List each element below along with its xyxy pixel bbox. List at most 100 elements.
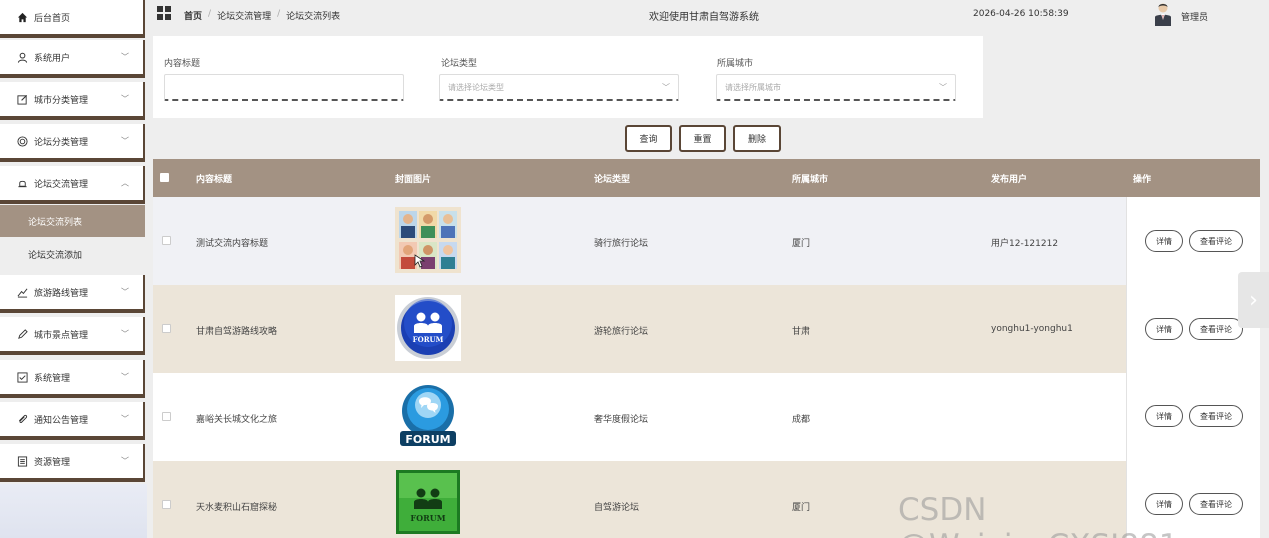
row-title: 天水麦积山石窟探秘 bbox=[196, 503, 278, 513]
city-field-label: 所属城市 bbox=[717, 59, 754, 69]
row-city: 甘肃 bbox=[792, 327, 811, 337]
top-bar: 首页 / 论坛交流管理 / 论坛交流列表 欢迎使用甘肃自驾游系统 2026-04… bbox=[147, 0, 1269, 30]
sidebar-item-label: 后台首页 bbox=[34, 13, 71, 24]
home-icon bbox=[16, 11, 28, 23]
city-select[interactable]: 请选择所属城市 ﹀ bbox=[716, 74, 956, 101]
user-icon bbox=[16, 51, 28, 63]
column-header: 封面图片 bbox=[395, 175, 432, 185]
city-select-placeholder: 请选择所属城市 bbox=[725, 83, 781, 92]
row-forum-type: 自驾游论坛 bbox=[594, 503, 640, 513]
chevron-down-icon: ﹀ bbox=[121, 287, 129, 297]
row-title: 测试交流内容标题 bbox=[196, 239, 269, 249]
sidebar-item-forum-exchange[interactable]: 论坛交流管理 ︿ bbox=[0, 166, 145, 204]
sidebar-subitem-forum-list[interactable]: 论坛交流列表 bbox=[0, 205, 145, 237]
chevron-down-icon: ﹀ bbox=[121, 456, 129, 466]
column-header: 论坛类型 bbox=[594, 175, 631, 185]
row-user: 用户12-121212 bbox=[991, 239, 1059, 249]
sidebar-subitem-forum-add[interactable]: 论坛交流添加 bbox=[0, 238, 145, 270]
table-row[interactable]: 嘉峪关长城文化之旅 FORUM 奢华度假论坛 成都 bbox=[153, 373, 1260, 461]
type-field-label: 论坛类型 bbox=[441, 59, 478, 69]
row-forum-type: 骑行旅行论坛 bbox=[594, 239, 649, 249]
sidebar-item-label: 论坛分类管理 bbox=[34, 137, 89, 148]
sidebar-item-label: 旅游路线管理 bbox=[34, 288, 89, 299]
row-checkbox[interactable] bbox=[162, 236, 171, 245]
title-input[interactable] bbox=[164, 74, 404, 101]
table-row[interactable]: 测试交流内容标题 骑行旅行论坛 厦门 用户12-121212 bbox=[153, 197, 1260, 285]
chevron-down-icon: ﹀ bbox=[121, 372, 129, 382]
sidebar: 后台首页 系统用户 ﹀ 城市分类管理 ﹀ 论坛分类管理 ﹀ 论坛交流管理 ︿ 论… bbox=[0, 0, 147, 538]
target-icon bbox=[16, 135, 28, 147]
document-icon bbox=[16, 455, 28, 467]
view-comments-button[interactable]: 查看评论 bbox=[1189, 405, 1243, 427]
row-checkbox[interactable] bbox=[162, 500, 171, 509]
sidebar-item-home[interactable]: 后台首页 bbox=[0, 0, 145, 38]
sidebar-item-label: 城市分类管理 bbox=[34, 95, 89, 106]
row-checkbox[interactable] bbox=[162, 412, 171, 421]
delete-button[interactable]: 删除 bbox=[733, 125, 781, 152]
chevron-down-icon: ﹀ bbox=[121, 94, 129, 104]
reset-button[interactable]: 重置 bbox=[679, 125, 726, 152]
breadcrumb-home[interactable]: 首页 bbox=[184, 9, 202, 22]
column-header: 内容标题 bbox=[196, 175, 233, 185]
select-all-checkbox[interactable] bbox=[160, 173, 169, 182]
sidebar-item-city-category[interactable]: 城市分类管理 ﹀ bbox=[0, 82, 145, 120]
row-checkbox[interactable] bbox=[162, 324, 171, 333]
cover-image: FORUM bbox=[395, 383, 461, 449]
sidebar-subitem-label: 论坛交流添加 bbox=[28, 250, 83, 261]
forum-logo-text: FORUM bbox=[405, 433, 450, 446]
breadcrumb-mid[interactable]: 论坛交流管理 bbox=[217, 9, 271, 22]
sidebar-item-forum-category[interactable]: 论坛分类管理 ﹀ bbox=[0, 124, 145, 162]
sidebar-item-label: 论坛交流管理 bbox=[34, 179, 89, 190]
sidebar-item-resources[interactable]: 资源管理 ﹀ bbox=[0, 444, 145, 482]
cover-image bbox=[395, 207, 461, 273]
column-header: 发布用户 bbox=[991, 175, 1028, 185]
sidebar-subitem-label: 论坛交流列表 bbox=[28, 217, 83, 228]
chart-icon bbox=[16, 286, 28, 298]
table-row[interactable]: 甘肃自驾游路线攻略 FORUM 游轮旅行论坛 甘肃 yonghu1-yonghu… bbox=[153, 285, 1260, 373]
edit-icon bbox=[16, 93, 28, 105]
sidebar-item-city-attractions[interactable]: 城市景点管理 ﹀ bbox=[0, 317, 145, 355]
operations-column: 详情 查看评论 详情 查看评论 详情 查看评论 详情 查看评论 bbox=[1126, 197, 1260, 538]
row-title: 甘肃自驾游路线攻略 bbox=[196, 327, 278, 337]
sidebar-footer bbox=[0, 484, 147, 538]
check-box-icon bbox=[16, 371, 28, 383]
detail-button[interactable]: 详情 bbox=[1145, 405, 1183, 427]
chevron-down-icon: ﹀ bbox=[121, 52, 129, 62]
sidebar-item-label: 资源管理 bbox=[34, 457, 71, 468]
row-city: 厦门 bbox=[792, 503, 811, 513]
view-comments-button[interactable]: 查看评论 bbox=[1189, 318, 1243, 340]
row-forum-type: 游轮旅行论坛 bbox=[594, 327, 649, 337]
avatar[interactable] bbox=[1154, 2, 1172, 26]
search-panel: 内容标题 论坛类型 请选择论坛类型 ﹀ 所属城市 请选择所属城市 ﹀ bbox=[153, 36, 983, 118]
sidebar-item-system-users[interactable]: 系统用户 ﹀ bbox=[0, 40, 145, 78]
menu-grid-icon[interactable] bbox=[157, 6, 171, 20]
sidebar-item-notices[interactable]: 通知公告管理 ﹀ bbox=[0, 402, 145, 440]
sidebar-item-label: 系统用户 bbox=[34, 53, 71, 64]
cover-image: FORUM bbox=[395, 295, 461, 361]
sidebar-item-travel-routes[interactable]: 旅游路线管理 ﹀ bbox=[0, 275, 145, 313]
type-select[interactable]: 请选择论坛类型 ﹀ bbox=[439, 74, 679, 101]
column-header: 操作 bbox=[1133, 175, 1152, 185]
detail-button[interactable]: 详情 bbox=[1145, 230, 1183, 252]
paperclip-icon bbox=[16, 413, 28, 425]
sidebar-item-label: 系统管理 bbox=[34, 373, 71, 384]
detail-button[interactable]: 详情 bbox=[1145, 318, 1183, 340]
chevron-down-icon: ﹀ bbox=[121, 414, 129, 424]
sidebar-item-system-management[interactable]: 系统管理 ﹀ bbox=[0, 360, 145, 398]
row-title: 嘉峪关长城文化之旅 bbox=[196, 415, 278, 425]
view-comments-button[interactable]: 查看评论 bbox=[1189, 230, 1243, 252]
app-root: 后台首页 系统用户 ﹀ 城市分类管理 ﹀ 论坛分类管理 ﹀ 论坛交流管理 ︿ 论… bbox=[0, 0, 1269, 538]
title-field-label: 内容标题 bbox=[164, 59, 201, 69]
sidebar-item-label: 城市景点管理 bbox=[34, 330, 89, 341]
forum-logo-text: FORUM bbox=[413, 335, 444, 344]
pen-icon bbox=[16, 328, 28, 340]
row-forum-type: 奢华度假论坛 bbox=[594, 415, 649, 425]
cover-image: FORUM bbox=[395, 469, 461, 535]
chevron-right-icon[interactable]: › bbox=[1238, 272, 1269, 328]
user-name[interactable]: 管理员 bbox=[1181, 10, 1208, 23]
query-button[interactable]: 查询 bbox=[625, 125, 672, 152]
breadcrumb-separator: / bbox=[277, 9, 281, 19]
forum-logo-text: FORUM bbox=[410, 513, 445, 523]
breadcrumb-separator: / bbox=[208, 9, 212, 19]
chevron-down-icon: ﹀ bbox=[662, 83, 670, 92]
